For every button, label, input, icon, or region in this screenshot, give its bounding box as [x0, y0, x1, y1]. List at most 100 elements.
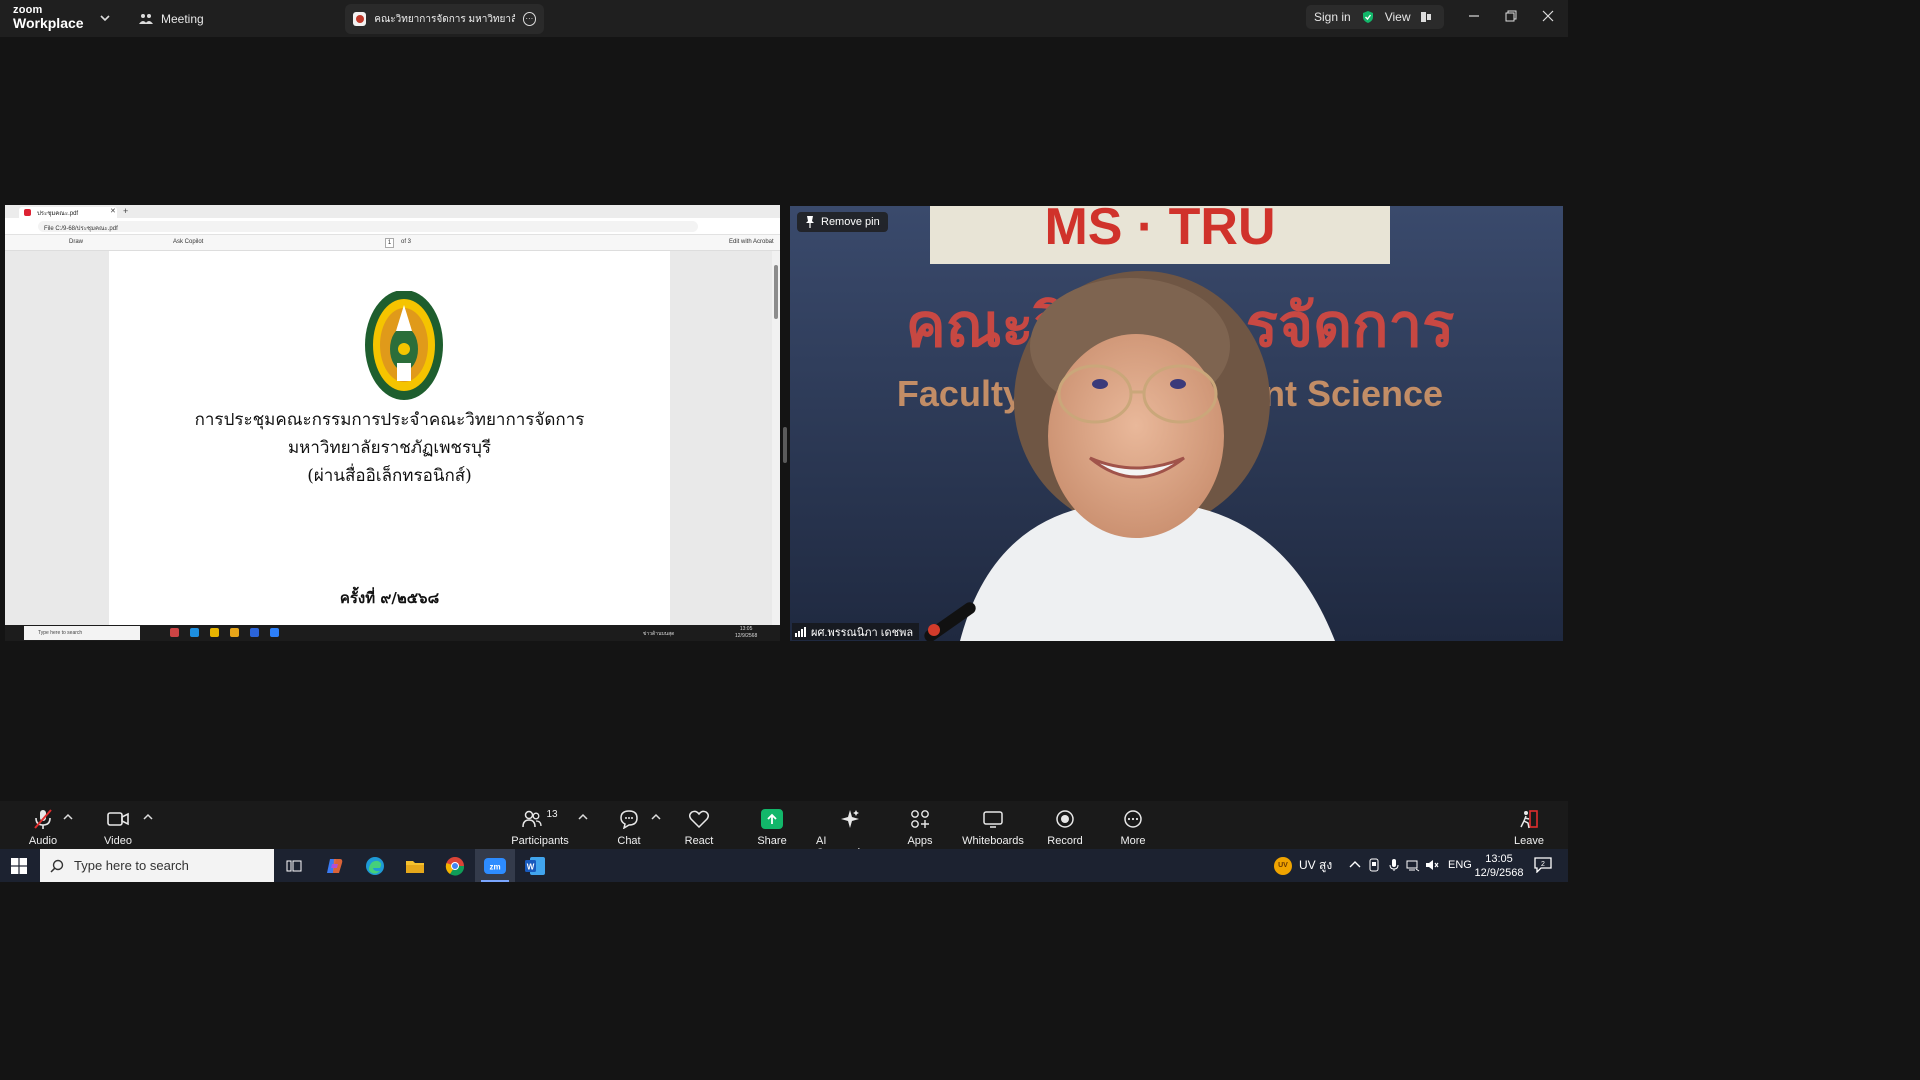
edge-icon[interactable] — [190, 628, 199, 637]
participants-button[interactable]: 13 Participants — [511, 807, 569, 848]
scrollbar-thumb[interactable] — [774, 265, 778, 319]
browser-tab-strip: ประชุมคณะ.pdf ✕ + — [5, 205, 780, 218]
shared-taskbar-search[interactable]: Type here to search — [24, 626, 140, 640]
participants-label: Participants — [511, 835, 569, 847]
view-button[interactable]: View — [1385, 10, 1411, 24]
participant-video[interactable]: MS · TRU คณะวิทยาการจัดการ Faculty of Ma… — [790, 206, 1563, 641]
zoom-app-icon[interactable]: zm — [475, 849, 515, 882]
video-label: Video — [104, 835, 132, 847]
svg-text:zm: zm — [489, 862, 500, 871]
sparkle-icon — [838, 807, 862, 831]
chevron-up-icon[interactable] — [651, 813, 661, 821]
system-clock[interactable]: 13:05 12/9/2568 — [1474, 852, 1524, 880]
more-button[interactable]: More — [1119, 807, 1147, 847]
chrome-icon[interactable] — [230, 628, 239, 637]
windows-start-icon[interactable] — [11, 858, 27, 874]
windows-taskbar: Type here to search zm W UV UV สูง ENG 1… — [0, 849, 1568, 882]
shared-screen[interactable]: ประชุมคณะ.pdf ✕ + File C:/9-68/ประชุมคณะ… — [5, 205, 780, 641]
zoom-logo[interactable]: zoom Workplace — [13, 5, 84, 31]
notification-count: 2 — [1541, 861, 1545, 868]
page-total: of 3 — [401, 239, 412, 245]
taskbar-search-placeholder: Type here to search — [74, 858, 189, 873]
pdf-canvas: การประชุมคณะกรรมการประจำคณะวิทยาการจัดกา… — [5, 251, 780, 625]
audio-button[interactable]: Audio — [26, 807, 60, 847]
ask-copilot-button[interactable]: Ask Copilot — [173, 239, 203, 245]
clock-time: 13:05 — [1485, 853, 1513, 865]
more-options-icon[interactable]: ··· — [522, 12, 536, 26]
edge-icon[interactable] — [355, 849, 395, 882]
draw-tool[interactable]: Draw — [69, 239, 83, 245]
chevron-up-icon[interactable] — [143, 813, 153, 821]
word-icon[interactable] — [250, 628, 259, 637]
video-button[interactable]: Video — [103, 807, 133, 847]
apps-button[interactable]: Apps — [907, 807, 933, 847]
sign-top: MS · TRU — [1044, 206, 1275, 256]
tab-shared-screen[interactable]: คณะวิทยาการจัดการ มหาวิทยาลัยราชภัฏ ··· — [345, 4, 544, 34]
pdf-scrollbar[interactable] — [772, 251, 780, 625]
notification-icon[interactable]: 2 — [1534, 857, 1552, 873]
copilot-icon[interactable] — [315, 849, 355, 882]
task-view-icon[interactable] — [274, 849, 314, 882]
meet-now-icon[interactable] — [1367, 858, 1381, 872]
network-icon[interactable] — [1406, 858, 1420, 872]
chevron-up-icon[interactable] — [1348, 858, 1362, 872]
doc-title-line3: (ผ่านสื่ออิเล็กทรอนิกส์) — [307, 466, 472, 486]
chrome-icon[interactable] — [435, 849, 475, 882]
shared-clock: 13:05 12/9/2568 — [735, 626, 757, 640]
word-icon[interactable]: W — [515, 849, 555, 882]
participants-count: 13 — [546, 808, 558, 820]
heart-icon — [687, 807, 711, 831]
shared-date: 12/9/2568 — [735, 633, 758, 639]
leave-label: Leave — [1514, 835, 1544, 847]
microphone-icon[interactable] — [1387, 858, 1401, 872]
address-field[interactable]: File C:/9-68/ประชุมคณะ.pdf — [38, 221, 698, 232]
new-tab-icon[interactable]: + — [123, 206, 128, 216]
remove-pin-button[interactable]: Remove pin — [797, 212, 888, 232]
uv-label: UV สูง — [1299, 858, 1333, 872]
pdf-page: การประชุมคณะกรรมการประจำคณะวิทยาการจัดกา… — [109, 251, 670, 625]
chevron-down-icon[interactable] — [98, 11, 112, 25]
weather-widget[interactable]: UV UV สูง — [1274, 856, 1332, 875]
account-controls: Sign in View — [1306, 5, 1444, 29]
react-button[interactable]: React — [685, 807, 713, 847]
uv-sun-icon: UV — [1274, 856, 1292, 875]
language-indicator[interactable]: ENG — [1448, 859, 1472, 871]
share-button[interactable]: Share — [757, 807, 787, 847]
zoom-icon[interactable] — [270, 628, 279, 637]
restore-icon[interactable] — [1503, 8, 1519, 24]
browser-tab-close-icon[interactable]: ✕ — [110, 207, 116, 215]
chevron-up-icon[interactable] — [578, 813, 588, 821]
close-icon[interactable] — [1540, 8, 1556, 24]
participant-name-tag: ผศ.พรรณนิภา เดชพล — [792, 623, 920, 640]
page-number-input[interactable]: 1 — [385, 238, 394, 248]
chat-button[interactable]: Chat — [616, 807, 642, 847]
pane-divider[interactable] — [781, 37, 789, 801]
speaker-muted-icon[interactable] — [1425, 858, 1439, 872]
taskbar-search-input[interactable]: Type here to search — [40, 849, 274, 882]
chevron-up-icon[interactable] — [63, 813, 73, 821]
shared-taskbar: Type here to search ข่าวด้านบนสุด 13:05 … — [5, 625, 780, 641]
university-seal-icon — [365, 291, 443, 400]
whiteboards-button[interactable]: Whiteboards — [962, 807, 1024, 847]
divider-handle[interactable] — [783, 427, 787, 463]
pdf-toolbar: Draw Ask Copilot 1 of 3 Edit with Acroba… — [5, 235, 780, 251]
leave-button[interactable]: Leave — [1513, 807, 1545, 847]
tab-meeting[interactable]: Meeting — [139, 8, 204, 30]
svg-text:W: W — [527, 862, 535, 871]
record-button[interactable]: Record — [1047, 807, 1083, 847]
explorer-icon[interactable] — [210, 628, 219, 637]
title-bar: zoom Workplace Meeting คณะวิทยาการจัดการ… — [0, 0, 1568, 37]
shield-check-icon[interactable] — [1361, 10, 1375, 24]
meeting-toolbar: Audio Video 13 Participants Chat React S… — [0, 801, 1568, 859]
copilot-icon[interactable] — [170, 628, 179, 637]
browser-tab[interactable]: ประชุมคณะ.pdf — [19, 207, 117, 218]
chat-icon — [617, 807, 641, 831]
edit-with-acrobat-button[interactable]: Edit with Acrobat — [729, 239, 774, 245]
app-icon — [353, 12, 367, 26]
sign-in-button[interactable]: Sign in — [1314, 10, 1351, 24]
camera-icon — [106, 807, 130, 831]
minimize-icon[interactable] — [1466, 8, 1482, 24]
file-explorer-icon[interactable] — [395, 849, 435, 882]
record-label: Record — [1047, 835, 1083, 847]
shared-news-notice: ข่าวด้านบนสุด — [643, 631, 675, 637]
